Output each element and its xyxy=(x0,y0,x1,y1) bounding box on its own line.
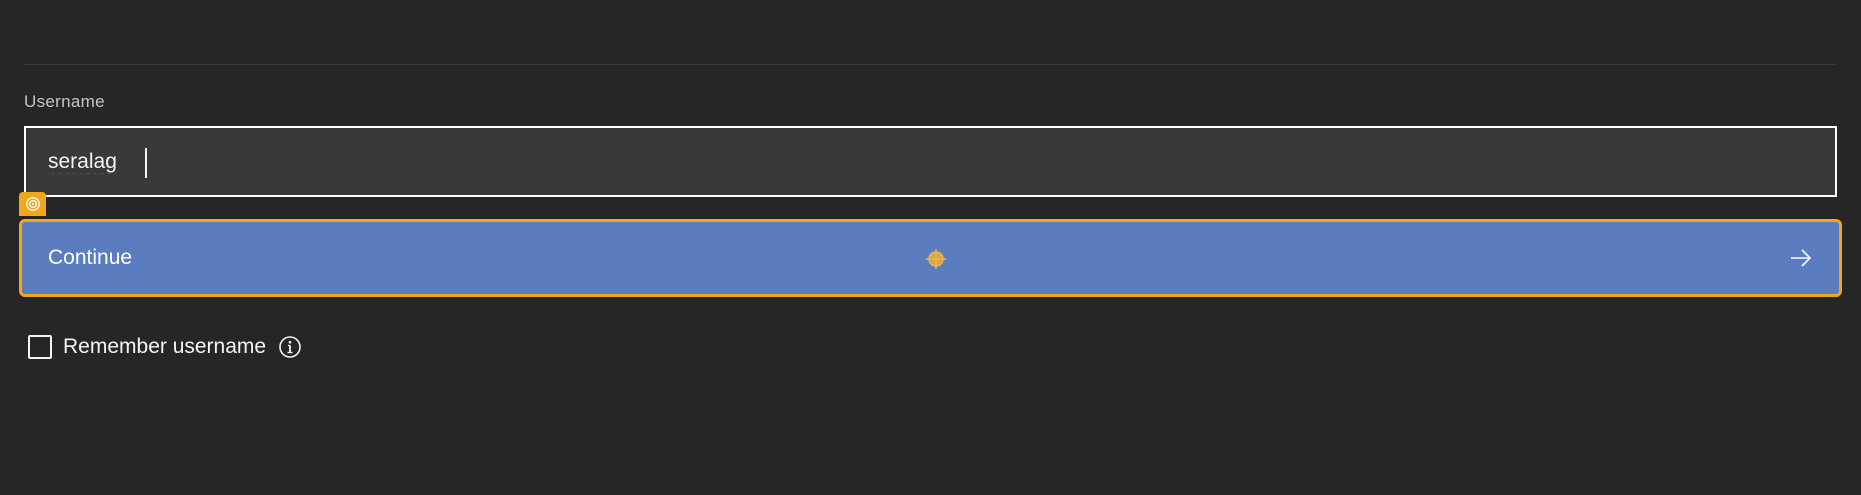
info-icon[interactable] xyxy=(278,335,302,359)
text-caret xyxy=(145,148,147,178)
remember-username-row: Remember username xyxy=(28,334,302,360)
remember-username-checkbox[interactable] xyxy=(28,335,52,359)
crosshair-icon xyxy=(926,249,946,269)
continue-button[interactable]: Continue xyxy=(19,219,1842,297)
username-field-container xyxy=(24,126,1837,197)
target-icon xyxy=(19,192,46,216)
header-divider xyxy=(24,64,1837,65)
page-heading-partial xyxy=(24,0,84,2)
arrow-right-icon xyxy=(1791,249,1812,267)
username-label: Username xyxy=(24,92,105,111)
username-input[interactable] xyxy=(26,128,1835,195)
remember-username-label[interactable]: Remember username xyxy=(63,335,266,359)
continue-button-label: Continue xyxy=(48,246,133,269)
